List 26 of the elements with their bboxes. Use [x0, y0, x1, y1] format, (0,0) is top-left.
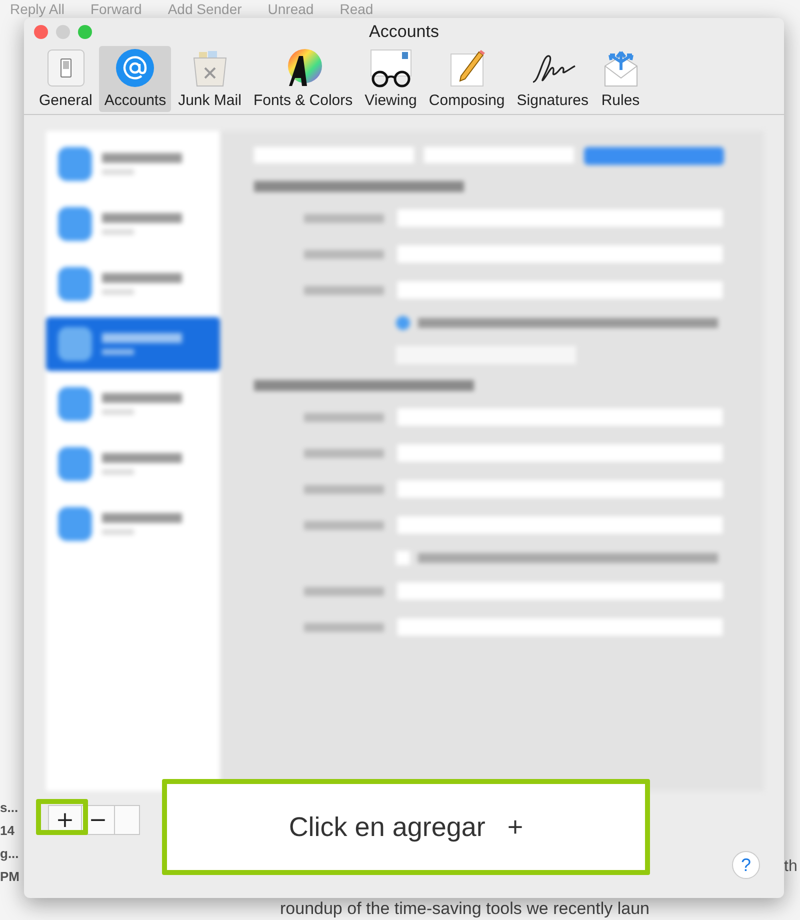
add-account-button[interactable]: + [49, 806, 82, 834]
toolbar-tab[interactable]: Accounts [99, 46, 172, 112]
preview-text: th [784, 858, 798, 876]
zoom-icon[interactable] [78, 25, 92, 39]
toolbar-tab[interactable]: Junk Mail [173, 46, 246, 112]
message-list-text: PM [0, 869, 20, 884]
message-list-text: 14 [0, 823, 16, 838]
toolbar-tab[interactable]: Composing [424, 46, 510, 112]
toolbar-tab[interactable]: Viewing [360, 46, 422, 112]
remove-account-button[interactable]: − [82, 806, 115, 834]
callout-text: Click en agregar [288, 812, 486, 842]
switch-icon [46, 48, 86, 88]
minimize-icon[interactable] [56, 25, 70, 39]
message-list-text: s... [0, 800, 20, 815]
window-title: Accounts [369, 22, 439, 41]
close-icon[interactable] [34, 25, 48, 39]
message-list-text: g... [0, 846, 20, 861]
toolbar-tab[interactable]: General [34, 46, 98, 112]
toolbar-tab[interactable]: Signatures [512, 46, 594, 112]
help-button[interactable]: ? [732, 851, 760, 879]
preview-text: roundup of the time-saving tools we recently laun [280, 899, 650, 919]
highlight-frame [36, 799, 88, 835]
toolbar-tab[interactable]: Fonts & Colors [248, 46, 358, 112]
at-sign-icon [115, 48, 156, 88]
plus-symbol: + [507, 812, 524, 842]
toolbar-tab[interactable]: Rules [596, 46, 646, 112]
